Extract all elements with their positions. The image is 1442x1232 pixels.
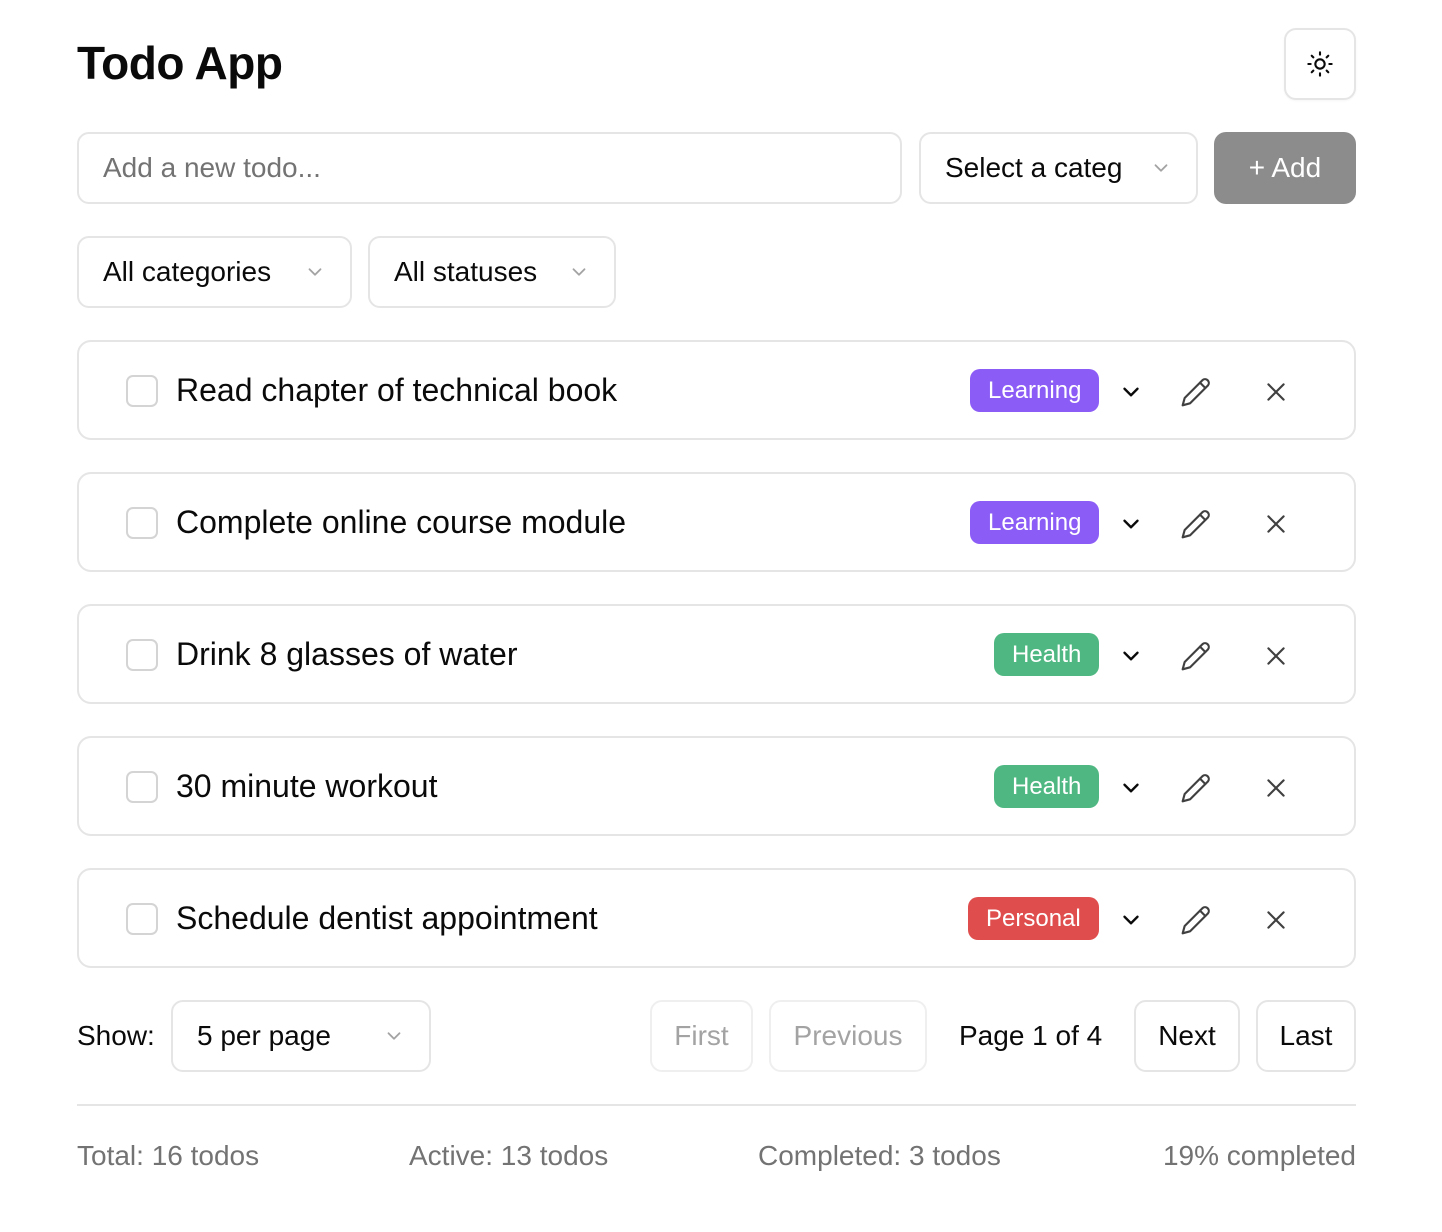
category-filter-select[interactable]: All categories [77,236,352,308]
todo-checkbox[interactable] [126,375,158,407]
completion-percent: 19% completed [1162,1140,1356,1171]
pencil-icon [1181,378,1210,407]
chevron-down-icon [1150,157,1172,179]
pencil-icon [1181,510,1210,539]
pencil-icon [1181,906,1210,935]
delete-button[interactable] [1256,900,1296,940]
category-select[interactable]: Select a categ [919,132,1198,204]
todo-checkbox[interactable] [126,507,158,539]
per-page-value: 5 per page [197,1020,331,1051]
todo-text: Drink 8 glasses of water [176,636,518,672]
divider [77,1104,1356,1106]
chevron-down-icon [383,1025,405,1047]
edit-button[interactable] [1176,504,1216,544]
pencil-icon [1181,642,1210,671]
pencil-icon [1181,774,1210,803]
todo-text: Complete online course module [176,504,627,540]
close-icon [1267,383,1285,401]
add-todo-button[interactable]: + Add [1214,132,1356,204]
edit-button[interactable] [1176,636,1216,676]
previous-page-button[interactable]: Previous [769,1000,927,1072]
category-badge: Learning [970,369,1100,412]
todo-item: Schedule dentist appointment Personal [77,868,1356,968]
sun-icon [1307,51,1333,77]
chevron-down-icon [1123,519,1139,529]
filter-bar: All categories All statuses [77,236,1356,308]
todo-checkbox[interactable] [126,771,158,803]
chevron-down-icon [1123,783,1139,793]
delete-button[interactable] [1256,636,1296,676]
show-label: Show: [77,1020,155,1051]
expand-button[interactable] [1111,636,1151,676]
category-filter-value: All categories [103,256,272,287]
close-icon [1267,647,1285,665]
delete-button[interactable] [1256,504,1296,544]
edit-button[interactable] [1176,768,1216,808]
delete-button[interactable] [1256,768,1296,808]
todo-item: Read chapter of technical book Learning [77,340,1356,440]
close-icon [1267,911,1285,929]
delete-button[interactable] [1256,372,1296,412]
close-icon [1267,779,1285,797]
expand-button[interactable] [1111,372,1151,412]
status-filter-select[interactable]: All statuses [368,236,616,308]
add-todo-form: Select a categ + Add [77,132,1356,204]
edit-button[interactable] [1176,372,1216,412]
todo-item: 30 minute workout Health [77,736,1356,836]
active-count: Active: 13 todos [409,1140,609,1171]
new-todo-input[interactable] [77,132,902,204]
stats-bar: Total: 16 todos Active: 13 todos Complet… [77,1140,1356,1180]
chevron-down-icon [304,261,326,283]
first-page-button[interactable]: First [650,1000,753,1072]
chevron-down-icon [1123,651,1139,661]
todo-text: Schedule dentist appointment [176,900,598,936]
status-filter-value: All statuses [394,256,538,287]
category-select-value: Select a categ [945,152,1123,183]
expand-button[interactable] [1111,768,1151,808]
todo-text: 30 minute workout [176,768,438,804]
category-badge: Personal [968,897,1099,940]
todo-item: Drink 8 glasses of water Health [77,604,1356,704]
total-count: Total: 16 todos [77,1140,260,1171]
todo-text: Read chapter of technical book [176,372,618,408]
category-badge: Health [994,633,1100,676]
header: Todo App [77,28,1356,100]
todo-item: Complete online course module Learning [77,472,1356,572]
chevron-down-icon [568,261,590,283]
per-page-select[interactable]: 5 per page [171,1000,431,1072]
theme-toggle-button[interactable] [1284,28,1356,100]
completed-count: Completed: 3 todos [758,1140,1001,1171]
page-title: Todo App [77,37,283,89]
chevron-down-icon [1123,915,1139,925]
expand-button[interactable] [1111,900,1151,940]
page-indicator: Page 1 of 4 [959,1020,1103,1051]
category-badge: Learning [970,501,1100,544]
expand-button[interactable] [1111,504,1151,544]
pagination-bar: Show: 5 per page First Previous Page 1 o… [77,1000,1356,1072]
close-icon [1267,515,1285,533]
edit-button[interactable] [1176,900,1216,940]
todo-checkbox[interactable] [126,639,158,671]
last-page-button[interactable]: Last [1256,1000,1356,1072]
todo-checkbox[interactable] [126,903,158,935]
chevron-down-icon [1123,387,1139,397]
next-page-button[interactable]: Next [1134,1000,1240,1072]
category-badge: Health [994,765,1100,808]
